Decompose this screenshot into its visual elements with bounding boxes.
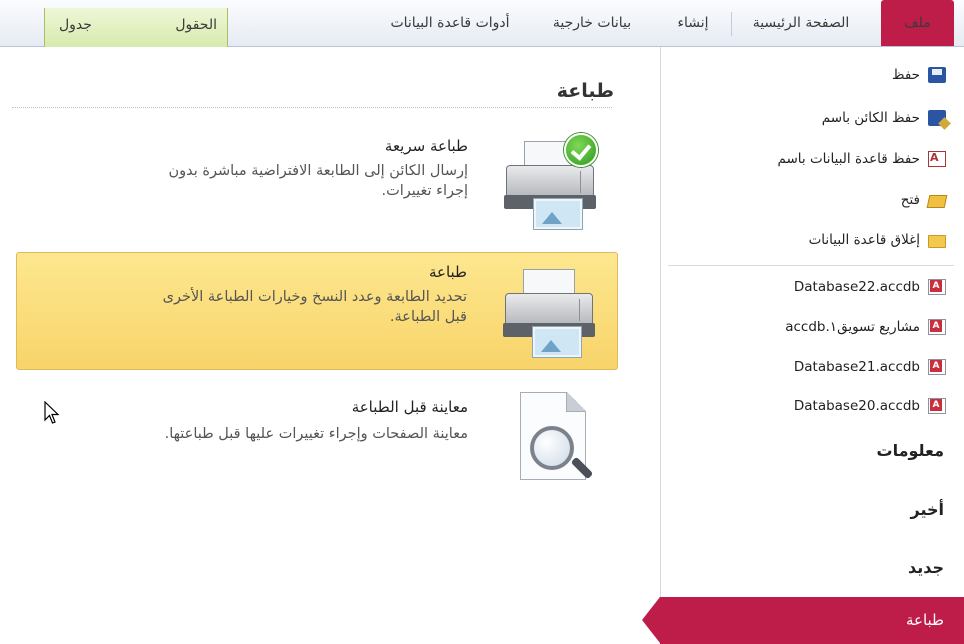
nav-divider [668, 265, 954, 266]
nav-new[interactable]: جديد [908, 558, 944, 577]
backstage-nav: حفظ حفظ الكائن باسم حفظ قاعدة البيانات ب… [642, 47, 964, 644]
tab-database-tools[interactable]: أدوات قاعدة البيانات [376, 0, 524, 46]
recent-file-item[interactable]: Database21.accdb [794, 353, 946, 381]
tab-create[interactable]: إنشاء [658, 0, 728, 46]
recent-file-name: Database22.accdb [793, 279, 920, 295]
recent-file-name: Database21.accdb [793, 359, 920, 375]
tab-fields[interactable]: الحقول [175, 8, 217, 47]
option-description: تحديد الطابعة وعدد النسخ وخيارات الطباعة… [162, 289, 467, 325]
command-label: حفظ الكائن باسم [821, 110, 920, 126]
access-file-icon [928, 279, 946, 295]
printer-icon [501, 263, 597, 359]
title-divider [12, 107, 612, 108]
print-preview-icon [502, 390, 598, 486]
open-command[interactable]: فتح [900, 186, 948, 214]
save-icon [928, 67, 946, 83]
print-preview-option[interactable]: معاينة قبل الطباعة معاينة الصفحات وإجراء… [16, 382, 618, 500]
ribbon-tab-bar: الحقول جدول ملف الصفحة الرئيسية إنشاء بي… [0, 0, 964, 47]
option-description: إرسال الكائن إلى الطابعة الافتراضية مباش… [168, 163, 468, 199]
print-panel: طباعة طباعة سريعة إرسال الكائن إلى الطاب… [0, 47, 660, 644]
tab-home[interactable]: الصفحة الرئيسية [736, 0, 866, 46]
tab-separator [731, 12, 732, 36]
option-title: طباعة [428, 263, 467, 281]
panel-title: طباعة [556, 80, 614, 102]
command-label: حفظ قاعدة البيانات باسم [777, 151, 920, 167]
recent-file-name: مشاريع تسويق١.accdb [785, 319, 920, 335]
checkmark-icon [564, 133, 598, 167]
option-description: معاينة الصفحات وإجراء تغييرات عليها قبل … [164, 426, 468, 442]
quick-print-option[interactable]: طباعة سريعة إرسال الكائن إلى الطابعة الا… [16, 129, 618, 247]
command-label: حفظ [892, 67, 920, 83]
open-folder-icon [926, 195, 948, 208]
quick-print-icon [502, 133, 598, 231]
tab-file[interactable]: ملف [881, 0, 954, 46]
command-label: إغلاق قاعدة البيانات [808, 232, 920, 248]
close-database-command[interactable]: إغلاق قاعدة البيانات [809, 226, 946, 254]
access-file-icon [928, 398, 946, 414]
option-title: طباعة سريعة [384, 137, 468, 155]
tab-external-data[interactable]: بيانات خارجية [534, 0, 650, 46]
nav-info[interactable]: معلومات [877, 441, 945, 460]
save-object-as-command[interactable]: حفظ الكائن باسم [822, 104, 946, 132]
save-command[interactable]: حفظ [892, 61, 946, 89]
magnifier-icon [530, 426, 574, 470]
nav-recent[interactable]: أخير [911, 500, 945, 519]
save-as-icon [928, 110, 946, 126]
database-save-icon [928, 151, 946, 167]
nav-print[interactable]: طباعة [642, 597, 964, 644]
recent-file-name: Database20.accdb [793, 398, 920, 414]
save-database-as-command[interactable]: حفظ قاعدة البيانات باسم [777, 145, 946, 173]
recent-file-item[interactable]: Database22.accdb [794, 273, 946, 301]
option-title: معاينة قبل الطباعة [351, 398, 468, 416]
mouse-pointer-icon [44, 401, 60, 424]
table-tools-context-group: الحقول جدول [44, 8, 228, 47]
recent-file-item[interactable]: Database20.accdb [794, 392, 946, 420]
close-folder-icon [928, 235, 946, 248]
print-option[interactable]: طباعة تحديد الطابعة وعدد النسخ وخيارات ا… [16, 252, 618, 370]
tab-table[interactable]: جدول [59, 8, 92, 47]
command-label: فتح [900, 192, 920, 208]
access-file-icon [928, 319, 946, 335]
recent-file-item[interactable]: مشاريع تسويق١.accdb [785, 313, 946, 341]
access-file-icon [928, 359, 946, 375]
